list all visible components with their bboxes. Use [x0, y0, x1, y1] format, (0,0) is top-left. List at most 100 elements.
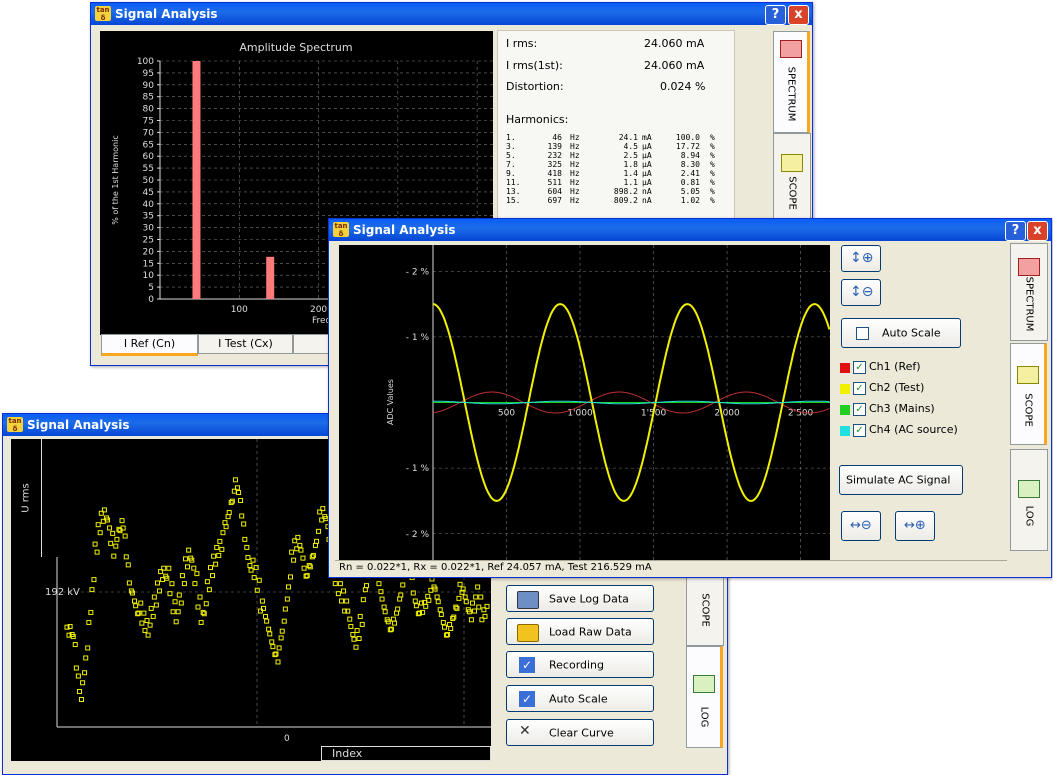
simulate-ac-signal-button[interactable]: Simulate AC Signal [839, 465, 963, 495]
log-data-point [195, 604, 201, 610]
log-data-point [88, 609, 94, 615]
spectrum-y-tick-label: 70 [143, 128, 155, 138]
ch1-checkbox[interactable]: ✓ [853, 361, 866, 374]
app-logo-icon: tan δ [95, 6, 111, 22]
harmonic-cell: nA [642, 196, 652, 205]
help-button[interactable]: ? [1005, 221, 1026, 241]
ch3-checkbox[interactable]: ✓ [853, 403, 866, 416]
spectrum-title-bar[interactable]: tan δ Signal Analysis ? x [91, 3, 812, 25]
log-data-point [270, 644, 276, 650]
log-data-point [382, 609, 388, 615]
scope-auto-scale-button[interactable]: Auto Scale [841, 318, 961, 348]
ch4-color-swatch [840, 426, 850, 436]
clear-curve-icon: ✕ [519, 723, 531, 739]
log-data-point [264, 618, 270, 624]
log-data-point [225, 514, 231, 520]
vertical-zoom-in-button[interactable]: ↕⊕ [841, 245, 881, 272]
scope-tab-icon [1016, 366, 1039, 384]
log-auto-scale-button[interactable]: ✓ Auto Scale [506, 685, 654, 712]
log-data-point [170, 609, 176, 615]
zoom-in-horizontal-icon: ↔⊕ [904, 518, 926, 533]
spectrum-x-tick-label: 100 [231, 305, 248, 315]
log-data-point [400, 582, 406, 588]
log-data-point [253, 565, 259, 571]
log-data-point [217, 538, 223, 544]
tab-i-ref[interactable]: I Ref (Cn) [101, 334, 198, 356]
horizontal-zoom-out-button[interactable]: ↔⊖ [841, 511, 881, 541]
ch3-color-swatch [840, 405, 850, 415]
log-tab-log[interactable]: LOG [686, 646, 723, 748]
tab-i-test[interactable]: I Test (Cx) [198, 334, 293, 354]
log-data-point [279, 628, 285, 634]
log-data-point [463, 599, 469, 605]
log-data-point [381, 604, 387, 610]
log-data-point [178, 600, 184, 606]
log-data-point [332, 581, 338, 587]
harmonic-row: 9. 418 Hz 1.4 µA 2.41% [506, 169, 732, 178]
log-data-point [197, 594, 203, 600]
horizontal-zoom-in-button[interactable]: ↔⊕ [895, 511, 935, 541]
harmonic-cell: 9. [506, 169, 516, 178]
spectrum-y-tick-label: 75 [143, 117, 154, 127]
log-data-point [287, 574, 293, 580]
harmonic-cell: % [710, 151, 715, 160]
log-data-point [447, 622, 453, 628]
spectrum-y-tick-label: 35 [143, 212, 154, 222]
log-data-point [241, 521, 247, 527]
log-data-point [435, 599, 441, 605]
harmonic-cell: Hz [570, 151, 580, 160]
load-folder-icon [517, 624, 539, 642]
harmonic-cell: % [710, 133, 715, 142]
log-data-point [232, 477, 238, 483]
log-data-point [351, 636, 357, 642]
log-data-point [282, 606, 288, 612]
log-data-point [156, 588, 162, 594]
log-data-point [450, 615, 456, 621]
log-data-point [410, 590, 416, 596]
log-data-point [456, 595, 462, 601]
irms1-label: I rms(1st): [506, 59, 563, 72]
log-tab-scope[interactable]: SCOPE [686, 574, 724, 646]
log-data-point [114, 536, 120, 542]
scope-tab-scope[interactable]: SCOPE [1010, 343, 1047, 445]
log-data-point [354, 628, 360, 634]
scope-plot[interactable]: - 2 % - 1 % - 1 % - 2 % 500 1'000 1'500 2'000 2'… [339, 245, 830, 560]
spectrum-y-tick-label: 95 [143, 69, 154, 79]
clear-curve-button[interactable]: ✕ Clear Curve [506, 719, 654, 746]
harmonic-cell: 1. [506, 133, 516, 142]
log-data-point [378, 589, 384, 595]
close-button[interactable]: x [788, 5, 809, 25]
harmonic-cell: µA [642, 178, 652, 187]
log-data-point [211, 553, 217, 559]
close-button[interactable]: x [1027, 221, 1048, 241]
log-data-point [191, 565, 197, 571]
log-data-point [376, 581, 382, 587]
vertical-zoom-out-button[interactable]: ↕⊖ [841, 279, 881, 306]
log-data-point [426, 597, 432, 603]
harmonic-cell: Hz [570, 142, 580, 151]
ch4-checkbox[interactable]: ✓ [853, 424, 866, 437]
harmonic-cell: Hz [570, 133, 580, 142]
harmonic-cell: 809.2 [613, 196, 638, 205]
help-button[interactable]: ? [765, 5, 786, 25]
log-x-axis-label-box: Index [321, 746, 491, 761]
log-data-point [213, 561, 219, 567]
log-data-point [122, 533, 128, 539]
log-data-point [247, 562, 253, 568]
spectrum-tab-spectrum[interactable]: SPECTRUM [773, 31, 810, 133]
auto-scale-checkbox[interactable] [856, 327, 869, 340]
save-log-data-button[interactable]: Save Log Data [506, 585, 654, 612]
log-data-point [269, 639, 275, 645]
harmonic-cell: µA [642, 151, 652, 160]
log-data-point [263, 613, 269, 619]
ch2-checkbox[interactable]: ✓ [853, 382, 866, 395]
scope-title-bar[interactable]: tan δ Signal Analysis ? x [329, 219, 1051, 241]
scope-tab-spectrum[interactable]: SPECTRUM [1010, 243, 1048, 341]
load-raw-data-button[interactable]: Load Raw Data [506, 618, 654, 645]
harmonic-cell: 8.30 [680, 160, 700, 169]
recording-button[interactable]: ✓ Recording [506, 651, 654, 678]
log-data-point [216, 552, 222, 558]
spectrum-tab-scope[interactable]: SCOPE [773, 133, 811, 225]
scope-y-tick-label: - 1 % [406, 333, 430, 343]
scope-tab-log[interactable]: LOG [1010, 449, 1048, 551]
